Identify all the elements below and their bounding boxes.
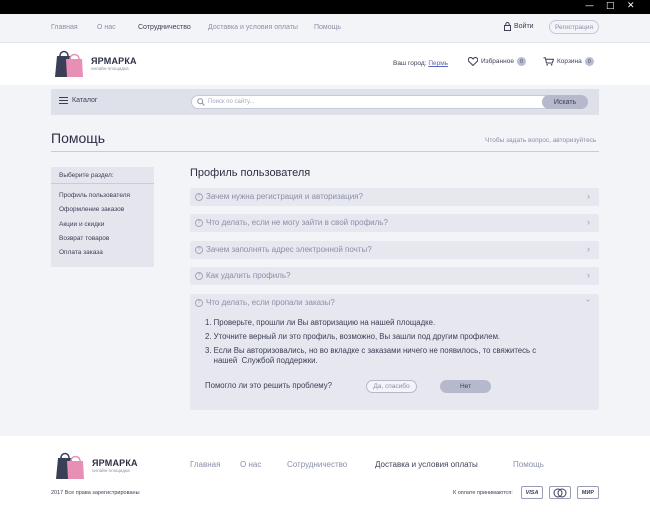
- mir-icon: МИР: [577, 486, 599, 499]
- page-title: Помощь: [51, 130, 106, 146]
- sidebar-heading: Выберите раздел:: [51, 167, 154, 184]
- site-header: ЯРМАРКА онлайн-площадка Ваш город: Пермь…: [0, 43, 650, 85]
- city-label: Ваш город:: [393, 60, 427, 67]
- sidebar-item-discounts[interactable]: Акции и скидки: [59, 221, 104, 228]
- question-icon: ?: [195, 246, 203, 254]
- no-button[interactable]: Нет: [440, 380, 491, 393]
- yes-button[interactable]: Да, спасибо: [366, 380, 417, 393]
- cart-label: Корзина: [557, 58, 582, 65]
- topnav-delivery-link[interactable]: Доставка и условия оплаты: [208, 24, 298, 31]
- footer-logo[interactable]: ЯРМАРКА онлайн-площадка: [54, 450, 138, 480]
- footer-partnership-link[interactable]: Сотрудничество: [287, 460, 347, 469]
- sidebar-item-payment[interactable]: Оплата заказа: [59, 249, 103, 256]
- faq-question: Зачем заполнять адрес электронной почты?: [206, 245, 372, 254]
- hamburger-icon: [59, 97, 68, 104]
- faq-item[interactable]: ? Что делать, если не могу зайти в свой …: [190, 214, 599, 232]
- city-value-link[interactable]: Пермь: [428, 60, 448, 67]
- chevron-down-icon[interactable]: ›: [584, 299, 593, 302]
- topnav-home-link[interactable]: Главная: [51, 24, 78, 31]
- window-titlebar: — □ ✕: [0, 0, 650, 14]
- topnav-partnership-link[interactable]: Сотрудничество: [138, 24, 191, 31]
- copyright-text: 2017 Все права зарегистрированы: [51, 490, 140, 496]
- question-icon: ?: [195, 193, 203, 201]
- shopping-bag-logo-icon: [56, 452, 84, 479]
- payment-hint: К оплате принимаются:: [453, 490, 513, 496]
- catalog-label: Каталог: [72, 97, 98, 104]
- logo-name: ЯРМАРКА: [91, 55, 137, 66]
- site-footer: ЯРМАРКА онлайн-площадка Главная О нас Со…: [0, 436, 650, 512]
- title-divider: [51, 151, 599, 152]
- maximize-icon[interactable]: □: [606, 1, 615, 11]
- answer-line: нашей Службой поддержки.: [205, 356, 318, 365]
- topnav-about-link[interactable]: О нас: [97, 24, 116, 31]
- shopping-bag-logo-icon: [55, 50, 83, 77]
- sidebar-item-orders[interactable]: Оформление заказов: [59, 206, 124, 213]
- faq-item[interactable]: ? Как удалить профиль? ›: [190, 267, 599, 285]
- question-icon: ?: [195, 299, 203, 307]
- favorites-count-badge: 0: [516, 57, 526, 66]
- favorites-label: Избранное: [481, 58, 514, 65]
- faq-item[interactable]: ? Зачем заполнять адрес электронной почт…: [190, 241, 599, 259]
- faq-question: Зачем нужна регистрация и авторизация?: [206, 192, 363, 201]
- mastercard-circles-icon: [553, 488, 567, 497]
- site-logo[interactable]: ЯРМАРКА онлайн-площадка: [53, 48, 137, 78]
- footer-home-link[interactable]: Главная: [190, 460, 220, 469]
- login-label: Войти: [514, 23, 534, 30]
- heart-icon: [468, 57, 478, 66]
- faq-question: Что делать, если не могу зайти в свой пр…: [206, 218, 388, 227]
- minimize-icon[interactable]: —: [585, 1, 594, 11]
- sidebar-item-returns[interactable]: Возврат товаров: [59, 235, 109, 242]
- cart-icon: [543, 57, 554, 66]
- close-icon[interactable]: ✕: [627, 1, 635, 11]
- chevron-right-icon: ›: [587, 270, 590, 280]
- city-selector: Ваш город: Пермь: [393, 60, 448, 67]
- search-icon: [197, 98, 205, 106]
- register-button[interactable]: Регистрация: [549, 20, 599, 34]
- faq-item[interactable]: ? Зачем нужна регистрация и авторизация?…: [190, 188, 599, 206]
- visa-label: VISA: [525, 489, 539, 496]
- catalog-button[interactable]: Каталог: [59, 97, 97, 104]
- visa-icon: VISA: [521, 486, 543, 499]
- favorites-link[interactable]: Избранное 0: [468, 57, 526, 66]
- sidebar-item-profile[interactable]: Профиль пользователя: [59, 192, 130, 199]
- footer-about-link[interactable]: О нас: [240, 460, 261, 469]
- auth-hint-link[interactable]: Чтобы задать вопрос, авторизуйтесь: [485, 137, 596, 144]
- lock-icon: [504, 22, 511, 31]
- chevron-right-icon: ›: [587, 217, 590, 227]
- chevron-right-icon: ›: [587, 244, 590, 254]
- answer-line: 1. Проверьте, прошли ли Вы авторизацию н…: [205, 318, 436, 327]
- faq-question: Как удалить профиль?: [206, 271, 291, 280]
- question-icon: ?: [195, 219, 203, 227]
- mastercard-icon: [549, 486, 571, 499]
- chevron-right-icon: ›: [587, 191, 590, 201]
- footer-delivery-link[interactable]: Доставка и условия оплаты: [375, 460, 478, 469]
- search-bar: Каталог Поиск по сайту... Искать: [51, 89, 599, 115]
- top-navigation: Главная О нас Сотрудничество Доставка и …: [0, 14, 650, 43]
- login-link[interactable]: Войти: [504, 22, 534, 31]
- helpful-question: Помогло ли это решить проблему?: [205, 381, 332, 390]
- logo-tagline: онлайн-площадка: [91, 65, 129, 71]
- search-input[interactable]: Поиск по сайту...: [191, 95, 587, 109]
- faq-item-expanded: ? Что делать, если пропали заказы? › 1. …: [190, 294, 599, 410]
- cart-link[interactable]: Корзина 0: [543, 57, 594, 66]
- footer-logo-name: ЯРМАРКА: [92, 457, 138, 468]
- search-placeholder: Поиск по сайту...: [208, 99, 255, 105]
- topnav-help-link[interactable]: Помощь: [314, 24, 341, 31]
- footer-help-link[interactable]: Помощь: [513, 460, 544, 469]
- search-button[interactable]: Искать: [542, 95, 588, 109]
- footer-logo-tagline: онлайн-площадка: [92, 467, 130, 473]
- answer-line: 3. Если Вы авторизовались, но во вкладке…: [205, 346, 537, 355]
- help-sidebar: Выберите раздел: Профиль пользователя Оф…: [51, 167, 154, 267]
- question-icon: ?: [195, 272, 203, 280]
- cart-count-badge: 0: [584, 57, 594, 66]
- mir-label: МИР: [581, 489, 595, 496]
- section-title: Профиль пользователя: [190, 167, 311, 179]
- faq-open-question[interactable]: Что делать, если пропали заказы?: [206, 298, 335, 307]
- answer-line: 2. Уточните верный ли это профиль, возмо…: [205, 332, 501, 341]
